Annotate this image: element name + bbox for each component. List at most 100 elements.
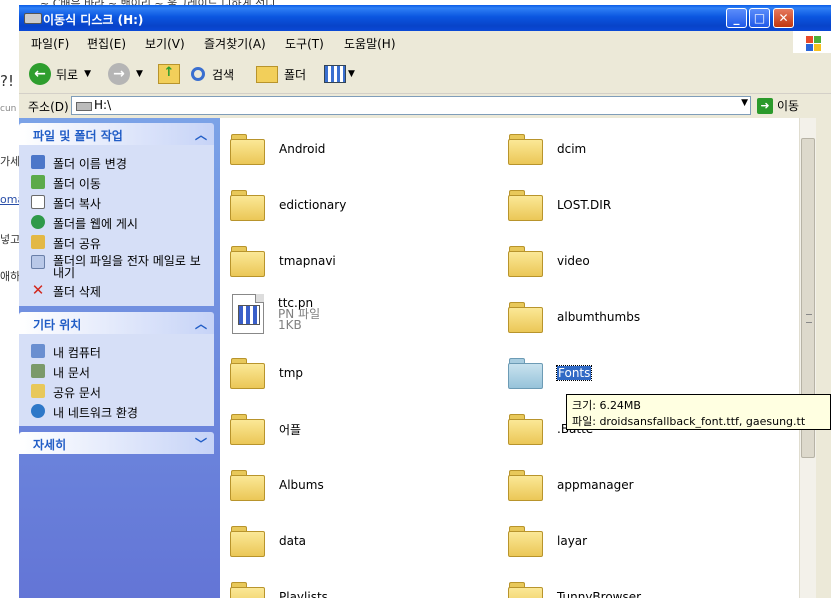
forward-button[interactable]: → ▼ <box>108 63 143 85</box>
task-share-folder[interactable]: 폴더 공유 <box>31 235 101 252</box>
folder-item[interactable]: data <box>230 524 306 558</box>
go-arrow-icon: ➜ <box>757 97 773 114</box>
folder-item[interactable]: albumthumbs <box>508 300 640 334</box>
task-pane: 파일 및 폴더 작업 ︿ 폴더 이름 변경 폴더 이동 폴더 복사 폴더를 웹에… <box>19 118 220 598</box>
file-tasks-panel: 폴더 이름 변경 폴더 이동 폴더 복사 폴더를 웹에 게시 폴더 공유 폴더의… <box>19 145 214 306</box>
file-size: 1KB <box>278 317 302 332</box>
up-folder-button[interactable]: ↑ <box>158 63 180 85</box>
details-title: 자세히 <box>33 438 67 452</box>
folder-icon <box>31 384 45 398</box>
background-fragment: ?! <box>0 72 14 90</box>
chevron-down-icon[interactable]: ﹀ <box>195 435 207 452</box>
menu-edit[interactable]: 편집(E) <box>87 35 126 52</box>
explorer-window: 이동식 디스크 (H:) _ □ ✕ 파일(F) 편집(E) 보기(V) 즐겨찾… <box>19 5 831 598</box>
views-grid-icon <box>324 65 346 83</box>
task-rename-folder[interactable]: 폴더 이름 변경 <box>31 155 127 172</box>
address-value: H:\ <box>94 98 112 112</box>
folder-icon <box>508 188 544 222</box>
go-button[interactable]: ➜ 이동 <box>757 97 799 114</box>
address-bar: 주소(D) H:\ ▼ ➜ 이동 <box>19 94 831 119</box>
background-fragment: 애하 <box>0 270 21 283</box>
chevron-down-icon[interactable]: ▼ <box>84 69 91 79</box>
menu-view[interactable]: 보기(V) <box>145 35 185 52</box>
menu-favorites[interactable]: 즐겨찾기(A) <box>204 35 266 52</box>
window-border <box>816 118 831 598</box>
task-delete-folder[interactable]: ✕ 폴더 삭제 <box>31 283 101 300</box>
folder-item[interactable]: edictionary <box>230 188 346 222</box>
background-fragment: 가세 <box>0 155 21 168</box>
close-button[interactable]: ✕ <box>773 8 794 28</box>
folder-item[interactable]: layar <box>508 524 587 558</box>
drive-icon <box>76 102 92 111</box>
folder-item[interactable]: LOST.DIR <box>508 188 611 222</box>
folder-item[interactable]: TunnyBrowser <box>508 580 641 598</box>
folder-icon <box>230 412 266 446</box>
background-fragment: cun <box>0 104 17 114</box>
views-button[interactable]: ▼ <box>324 63 355 85</box>
folder-icon <box>230 132 266 166</box>
task-email-files[interactable]: 폴더의 파일을 전자 메일로 보내기 <box>31 255 211 279</box>
search-label: 검색 <box>212 67 235 82</box>
folder-icon <box>230 468 266 502</box>
folder-item[interactable]: Albums <box>230 468 324 502</box>
file-item[interactable]: ttc.pn PN 파일 1KB <box>230 294 320 334</box>
generic-file-icon <box>232 294 264 334</box>
task-move-folder[interactable]: 폴더 이동 <box>31 175 101 192</box>
folder-icon <box>508 468 544 502</box>
windows-logo-icon <box>793 31 831 53</box>
search-icon <box>191 67 205 81</box>
folder-item[interactable]: Android <box>230 132 325 166</box>
folder-icon <box>230 580 266 598</box>
folder-item[interactable]: video <box>508 244 590 278</box>
place-my-documents[interactable]: 내 문서 <box>31 364 90 381</box>
file-list-view[interactable]: Android edictionary tmapnavi ttc.pn PN 파… <box>220 118 799 598</box>
back-label: 뒤로 <box>56 67 79 82</box>
back-arrow-icon: ← <box>29 63 51 85</box>
maximize-button[interactable]: □ <box>749 8 770 28</box>
menu-bar: 파일(F) 편집(E) 보기(V) 즐겨찾기(A) 도구(T) 도움말(H) <box>19 31 831 54</box>
place-network[interactable]: 내 네트워크 환경 <box>31 404 138 421</box>
removable-drive-icon <box>24 13 42 24</box>
network-icon <box>31 404 45 418</box>
chevron-up-icon[interactable]: ︿ <box>195 315 207 332</box>
chevron-down-icon[interactable]: ▼ <box>348 69 355 79</box>
search-button[interactable]: 검색 <box>191 63 234 85</box>
folder-item[interactable]: dcim <box>508 132 586 166</box>
folder-icon <box>508 300 544 334</box>
folders-button[interactable]: 폴더 <box>256 63 306 85</box>
folder-item-selected[interactable]: Fonts <box>508 356 593 390</box>
menu-tools[interactable]: 도구(T) <box>285 35 324 52</box>
folder-item[interactable]: 어플 <box>230 412 301 446</box>
place-shared-documents[interactable]: 공유 문서 <box>31 384 101 401</box>
task-publish-web[interactable]: 폴더를 웹에 게시 <box>31 215 138 232</box>
folder-icon <box>508 244 544 278</box>
folder-item[interactable]: tmp <box>230 356 303 390</box>
folder-item[interactable]: tmapnavi <box>230 244 336 278</box>
menu-file[interactable]: 파일(F) <box>31 35 69 52</box>
task-copy-folder[interactable]: 폴더 복사 <box>31 195 101 212</box>
menu-help[interactable]: 도움말(H) <box>344 35 396 52</box>
address-input[interactable]: H:\ ▼ <box>71 96 751 115</box>
folder-icon <box>230 244 266 278</box>
share-icon <box>31 235 45 249</box>
folder-up-icon: ↑ <box>158 64 180 84</box>
folder-item[interactable]: Playlists <box>230 580 328 598</box>
vertical-scrollbar[interactable] <box>799 118 817 598</box>
folder-icon <box>508 412 544 446</box>
chevron-down-icon[interactable]: ▼ <box>741 98 748 108</box>
folder-icon <box>508 580 544 598</box>
folder-icon <box>508 524 544 558</box>
place-my-computer[interactable]: 내 컴퓨터 <box>31 344 101 361</box>
file-tasks-header[interactable]: 파일 및 폴더 작업 ︿ <box>19 123 214 145</box>
details-header[interactable]: 자세히 ﹀ <box>19 432 214 454</box>
file-tasks-title: 파일 및 폴더 작업 <box>33 129 123 143</box>
other-places-header[interactable]: 기타 위치 ︿ <box>19 312 214 334</box>
folders-icon <box>256 65 278 83</box>
minimize-button[interactable]: _ <box>726 8 747 28</box>
back-button[interactable]: ← 뒤로 ▼ <box>29 63 91 85</box>
chevron-up-icon[interactable]: ︿ <box>195 126 207 143</box>
title-bar[interactable]: 이동식 디스크 (H:) _ □ ✕ <box>19 5 831 31</box>
folder-item[interactable]: appmanager <box>508 468 634 502</box>
email-icon <box>31 255 45 269</box>
chevron-down-icon[interactable]: ▼ <box>136 69 143 79</box>
